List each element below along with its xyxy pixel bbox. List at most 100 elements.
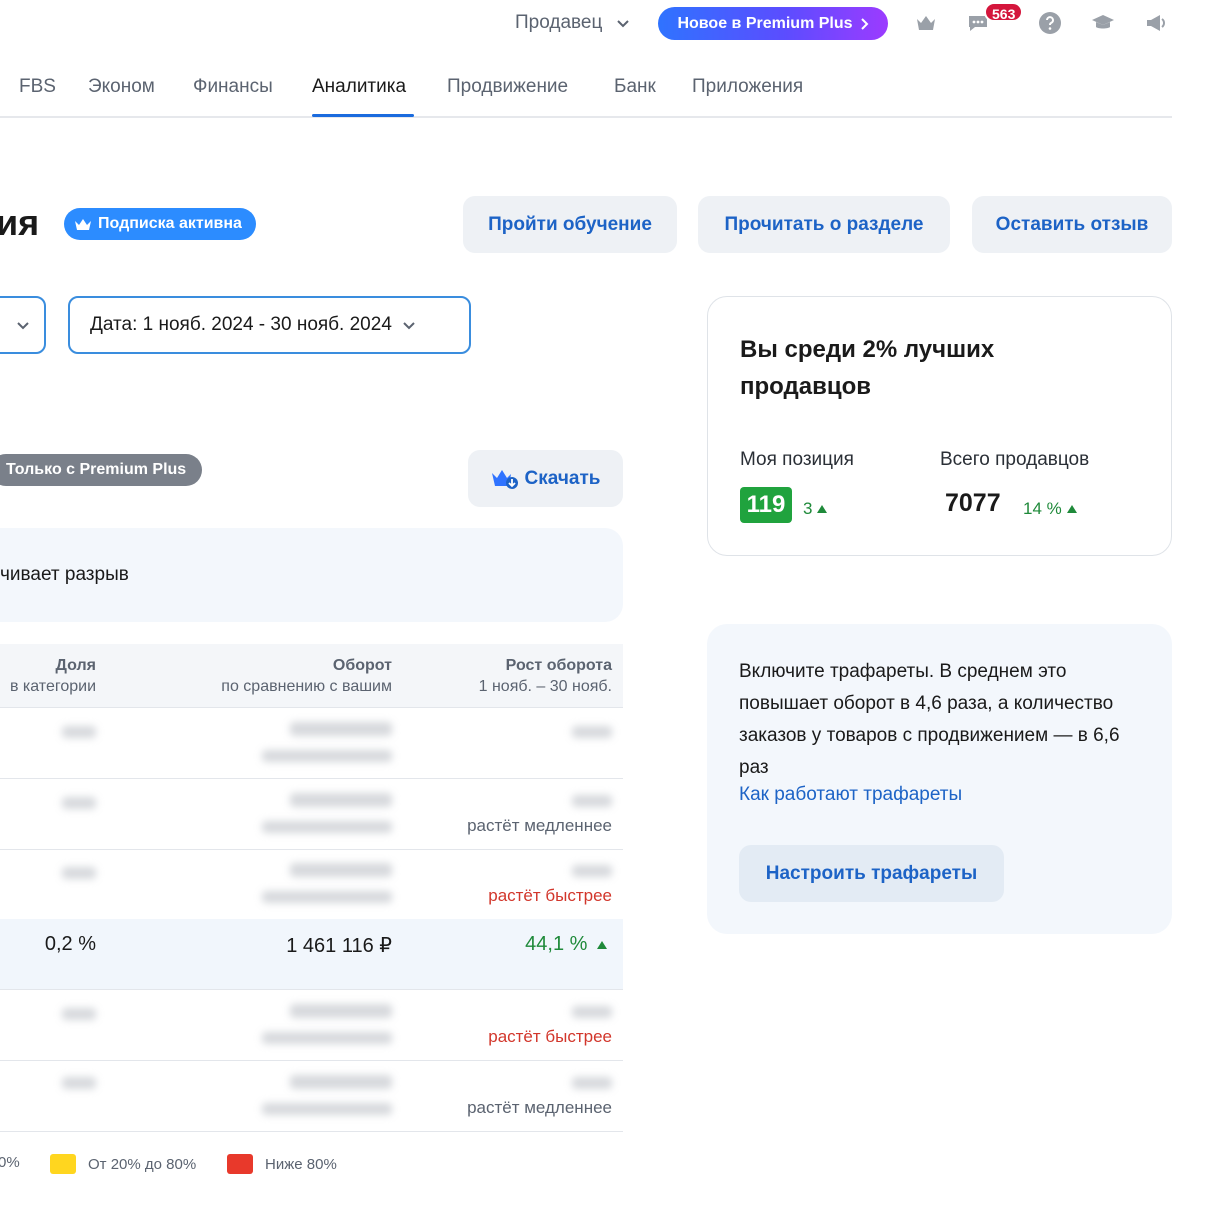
category-filter-dropdown[interactable] (0, 296, 46, 354)
rank-card-title: Вы среди 2% лучших продавцов (740, 336, 995, 400)
templates-promo-text: Включите трафареты. В среднем это повыша… (739, 661, 1120, 778)
page-title: ия (0, 202, 40, 243)
info-banner: чивает разрыв (0, 528, 623, 622)
nav-item-analytics[interactable]: Аналитика (312, 76, 406, 98)
help-icon[interactable] (1037, 10, 1063, 36)
own-share-value: 0,2 % (44, 933, 96, 955)
main-nav: FBS Эконом Финансы Аналитика Продвижение… (0, 70, 1172, 118)
column-turnover-title: Оборот (332, 657, 392, 674)
legend-swatch-red (227, 1154, 253, 1174)
seller-selector[interactable]: Продавец (515, 12, 630, 34)
column-share-header[interactable]: Доля в категории (10, 655, 96, 697)
arrow-up-icon (597, 940, 607, 949)
premium-plus-news-label: Новое в Premium Plus (677, 14, 853, 32)
hidden-growth-value (572, 726, 612, 738)
seller-label: Продавец (515, 12, 603, 33)
total-sellers-value: 7077 (945, 489, 1001, 517)
my-position-label: Моя позиция (740, 449, 854, 470)
hidden-turnover-value (290, 863, 392, 877)
column-turnover-header[interactable]: Оборот по сравнению с вашим (221, 655, 392, 697)
nav-item-bank[interactable]: Банк (614, 76, 656, 98)
hidden-turnover-diff (262, 891, 392, 903)
table-row: растёт быстрее (0, 849, 623, 920)
table-row (0, 708, 623, 779)
growth-note: растёт быстрее (488, 886, 612, 905)
growth-note: растёт медленнее (467, 1098, 612, 1117)
hidden-turnover-diff (262, 750, 392, 762)
table-row: растёт быстрее (0, 990, 623, 1061)
megaphone-icon[interactable] (1143, 10, 1169, 36)
hidden-turnover-value (290, 793, 392, 807)
chevron-down-icon (17, 322, 29, 330)
column-share-title: Доля (55, 657, 96, 674)
nav-item-fbs[interactable]: FBS (19, 76, 56, 98)
seller-rank-card: Вы среди 2% лучших продавцов Моя позиция… (707, 296, 1172, 556)
chevron-right-icon (860, 17, 868, 30)
premium-only-tag: Только с Premium Plus (0, 454, 203, 486)
chevron-down-icon (403, 322, 415, 330)
arrow-up-icon (1066, 505, 1077, 513)
leave-feedback-button[interactable]: Оставить отзыв (972, 196, 1172, 253)
column-turnover-subtitle: по сравнению с вашим (221, 678, 392, 695)
messages-count-badge: 563 (984, 2, 1024, 22)
hidden-turnover-diff (262, 821, 392, 833)
info-banner-text: чивает разрыв (0, 564, 129, 585)
column-growth-header[interactable]: Рост оборота 1 нояб. – 30 нояб. (479, 655, 612, 697)
hidden-growth-value (572, 865, 612, 877)
crown-download-icon (491, 469, 518, 489)
how-templates-work-link[interactable]: Как работают трафареты (739, 784, 962, 806)
top-bar: Продавец Новое в Premium Plus 563 (0, 0, 1214, 50)
active-tab-indicator (312, 114, 414, 117)
my-position-delta-value: 3 (803, 499, 813, 518)
hidden-turnover-value (290, 722, 392, 736)
legend-item-low: Ниже 80% (227, 1154, 337, 1174)
date-filter-label: Дата: 1 нояб. 2024 - 30 нояб. 2024 (90, 314, 392, 335)
growth-note: растёт быстрее (488, 1027, 612, 1046)
crown-icon[interactable] (913, 10, 939, 36)
arrow-up-icon (817, 505, 828, 513)
table-row-own: 0,2 % 1 461 116 ₽ 44,1 % (0, 919, 623, 990)
own-growth-value: 44,1 % (525, 933, 607, 956)
nav-item-apps[interactable]: Приложения (692, 76, 803, 98)
legend-label-middle: От 20% до 80% (88, 1155, 197, 1173)
legend-label-top: 0% (0, 1154, 20, 1171)
nav-item-promotion[interactable]: Продвижение (447, 76, 568, 98)
total-sellers-delta-value: 14 % (1023, 499, 1062, 518)
nav-item-economy[interactable]: Эконом (88, 76, 155, 98)
download-button[interactable]: Скачать (468, 450, 623, 507)
download-label: Скачать (524, 467, 601, 489)
templates-promo-card: Включите трафареты. В среднем это повыша… (707, 624, 1172, 934)
legend-label-low: Ниже 80% (265, 1155, 337, 1173)
setup-templates-button[interactable]: Настроить трафареты (739, 845, 1004, 902)
hidden-share-value (62, 797, 96, 809)
table-row: растёт медленнее (0, 1061, 623, 1132)
read-about-section-button[interactable]: Прочитать о разделе (698, 196, 950, 253)
column-growth-subtitle: 1 нояб. – 30 нояб. (478, 678, 612, 695)
education-icon[interactable] (1090, 10, 1116, 36)
hidden-growth-value (572, 1077, 612, 1089)
date-filter-dropdown[interactable]: Дата: 1 нояб. 2024 - 30 нояб. 2024 (68, 296, 471, 354)
column-growth-title: Рост оборота (505, 657, 612, 674)
total-sellers-delta: 14 % (1023, 499, 1077, 519)
legend-item-top: 0% (0, 1154, 20, 1171)
chevron-down-icon (617, 20, 630, 28)
table-row: растёт медленнее (0, 779, 623, 850)
hidden-growth-value (572, 795, 612, 807)
premium-plus-news-button[interactable]: Новое в Premium Plus (658, 7, 888, 40)
crown-icon (75, 219, 91, 230)
hidden-turnover-diff (262, 1032, 392, 1044)
growth-note: растёт медленнее (467, 816, 612, 835)
my-position-value: 119 (740, 487, 792, 523)
total-sellers-label: Всего продавцов (940, 449, 1090, 470)
table-header: Доля в категории Оборот по сравнению с в… (0, 644, 623, 708)
hidden-growth-value (572, 1006, 612, 1018)
legend-swatch-yellow (50, 1154, 76, 1174)
my-position-delta: 3 (803, 499, 828, 519)
training-button[interactable]: Пройти обучение (463, 196, 677, 253)
own-growth-label: 44,1 % (525, 933, 588, 955)
nav-item-finance[interactable]: Финансы (193, 76, 273, 98)
column-share-subtitle: в категории (9, 678, 96, 695)
subscription-status-label: Подписка активна (98, 215, 242, 232)
legend-item-middle: От 20% до 80% (50, 1154, 196, 1174)
hidden-turnover-diff (262, 1103, 392, 1115)
